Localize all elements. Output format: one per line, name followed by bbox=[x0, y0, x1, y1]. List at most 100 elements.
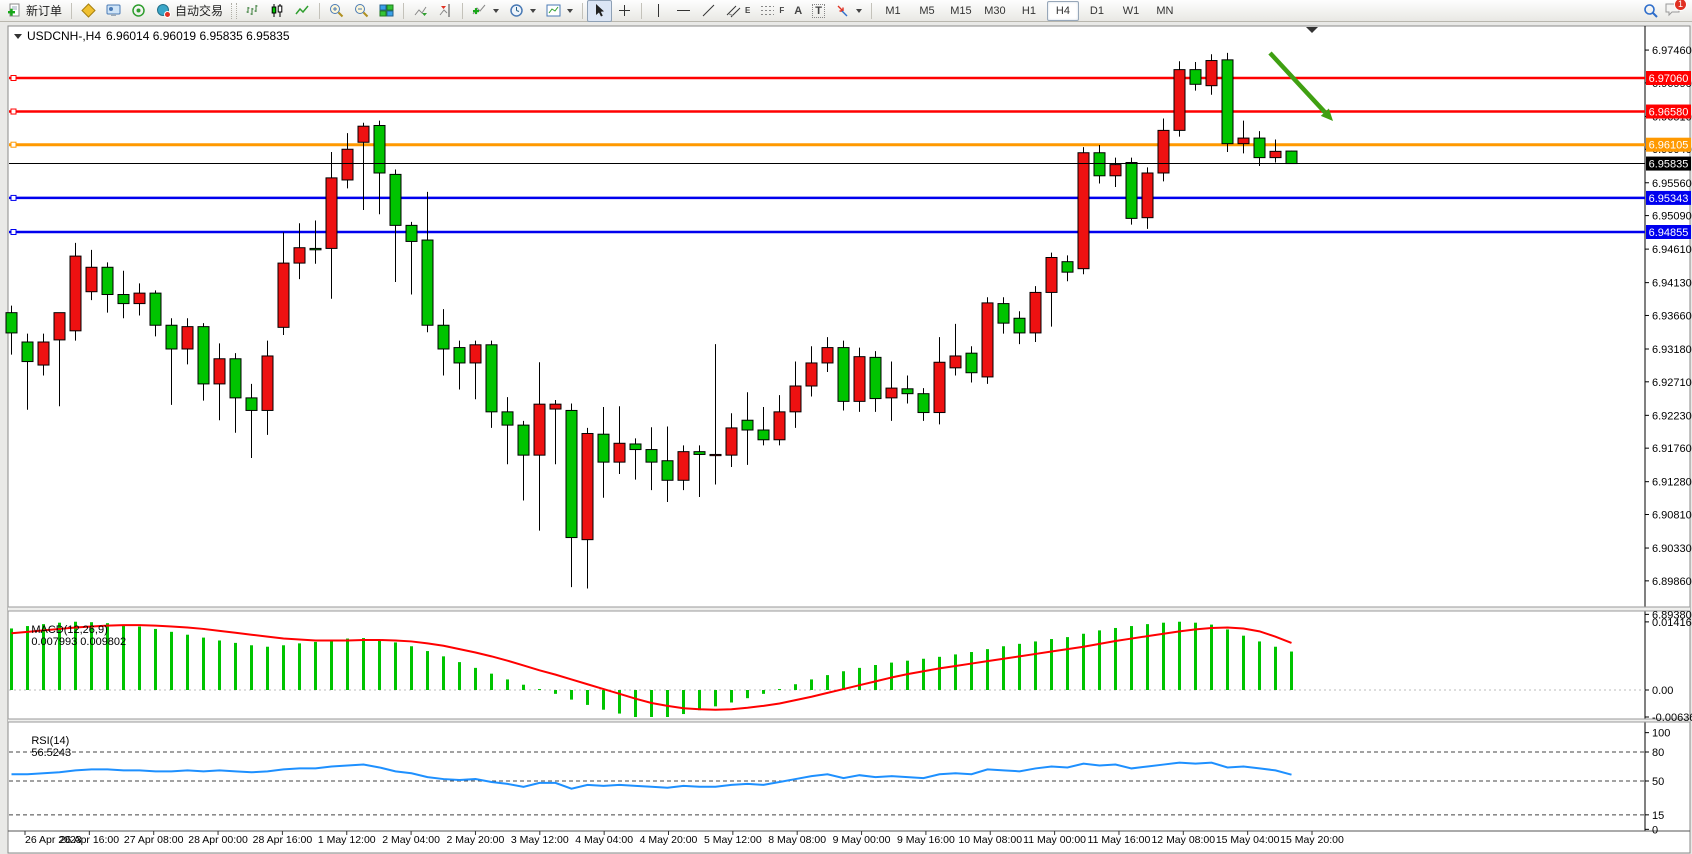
trendline-icon bbox=[701, 3, 716, 18]
hline-anchor[interactable] bbox=[11, 142, 16, 147]
fibonacci-tool-button[interactable]: F bbox=[755, 0, 789, 22]
macd-bar bbox=[1242, 636, 1245, 690]
indicators-icon bbox=[472, 3, 487, 18]
candle-body bbox=[1254, 138, 1265, 158]
period-button-d1[interactable]: D1 bbox=[1081, 1, 1113, 21]
chart-frame bbox=[8, 26, 1690, 853]
candle-body bbox=[774, 412, 785, 440]
candle-body bbox=[406, 225, 417, 241]
market-watch-icon bbox=[106, 3, 121, 18]
arrows-tool-button[interactable] bbox=[830, 0, 867, 22]
auto-scroll-button[interactable] bbox=[408, 0, 433, 22]
candle-body bbox=[1110, 165, 1121, 176]
metaeditor-button[interactable] bbox=[76, 0, 101, 22]
macd-bar bbox=[1018, 644, 1021, 690]
candle-body bbox=[22, 342, 33, 362]
macd-bar bbox=[826, 675, 829, 690]
line-chart-button[interactable] bbox=[290, 0, 315, 22]
candle-body bbox=[438, 325, 449, 349]
textbox-tool-glyph: T bbox=[812, 4, 825, 18]
candle-body bbox=[1238, 138, 1249, 144]
macd-bar bbox=[1098, 630, 1101, 690]
vertical-line-tool-button[interactable] bbox=[646, 0, 671, 22]
macd-bar bbox=[410, 646, 413, 690]
templates-button[interactable] bbox=[541, 0, 578, 22]
candle-body bbox=[310, 248, 321, 249]
hline-anchor[interactable] bbox=[11, 109, 16, 114]
time-tick-label: 28 Apr 00:00 bbox=[188, 834, 248, 846]
macd-bar bbox=[106, 623, 109, 690]
macd-bar bbox=[1194, 623, 1197, 690]
rsi-tick-label: 50 bbox=[1652, 776, 1664, 788]
price-tick-label: 6.93180 bbox=[1652, 344, 1692, 356]
candlestick-icon bbox=[270, 3, 285, 18]
notifications-button[interactable]: 1 bbox=[1665, 2, 1682, 20]
metaeditor-icon bbox=[81, 3, 96, 18]
candlestick-button[interactable] bbox=[265, 0, 290, 22]
trendline-tool-button[interactable] bbox=[696, 0, 721, 22]
zoom-in-button[interactable] bbox=[324, 0, 349, 22]
new-order-button[interactable]: 新订单 bbox=[2, 0, 67, 22]
separator bbox=[403, 3, 404, 19]
macd-bar bbox=[794, 684, 797, 690]
period-button-m15[interactable]: M15 bbox=[945, 1, 977, 21]
search-icon[interactable] bbox=[1643, 3, 1659, 19]
channel-tool-button[interactable]: E bbox=[721, 0, 755, 22]
period-button-w1[interactable]: W1 bbox=[1115, 1, 1147, 21]
macd-bar bbox=[554, 690, 557, 694]
main-toolbar: 新订单 自动交易 bbox=[0, 0, 1692, 22]
crosshair-tool-button[interactable] bbox=[612, 0, 637, 22]
chart-window[interactable]: 6.974606.969906.965106.960406.955606.950… bbox=[0, 22, 1692, 854]
hline-anchor[interactable] bbox=[11, 76, 16, 81]
candle-body bbox=[630, 444, 641, 450]
chart-canvas[interactable]: 6.974606.969906.965106.960406.955606.950… bbox=[0, 22, 1692, 854]
hline-anchor[interactable] bbox=[11, 195, 16, 200]
candle-body bbox=[198, 327, 209, 384]
macd-bar bbox=[314, 642, 317, 690]
candle-body bbox=[1078, 153, 1089, 269]
candle-body bbox=[38, 342, 49, 365]
candle-body bbox=[374, 125, 385, 172]
period-button-m5[interactable]: M5 bbox=[911, 1, 943, 21]
zoom-out-button[interactable] bbox=[349, 0, 374, 22]
crosshair-icon bbox=[617, 3, 632, 18]
period-button-h4[interactable]: H4 bbox=[1047, 1, 1079, 21]
candle-body bbox=[1014, 318, 1025, 333]
rsi-tick-label: 0 bbox=[1652, 824, 1658, 836]
macd-bar bbox=[234, 643, 237, 690]
periods-dropdown-button[interactable] bbox=[504, 0, 541, 22]
period-button-m1[interactable]: M1 bbox=[877, 1, 909, 21]
market-watch-button[interactable] bbox=[101, 0, 126, 22]
period-button-h1[interactable]: H1 bbox=[1013, 1, 1045, 21]
toolbar-grip bbox=[231, 3, 237, 19]
hline-price-badge-text: 6.96105 bbox=[1649, 140, 1689, 152]
candle-body bbox=[1142, 173, 1153, 218]
candle-body bbox=[86, 267, 97, 291]
time-tick-label: 3 May 12:00 bbox=[511, 834, 569, 846]
auto-trading-button[interactable]: 自动交易 bbox=[151, 0, 228, 22]
candle-body bbox=[918, 394, 929, 413]
period-button-m30[interactable]: M30 bbox=[979, 1, 1011, 21]
horizontal-line-tool-button[interactable] bbox=[671, 0, 696, 22]
macd-bar bbox=[122, 625, 125, 690]
time-tick-label: 15 May 20:00 bbox=[1280, 834, 1344, 846]
macd-bar bbox=[842, 671, 845, 690]
macd-bar bbox=[74, 622, 77, 690]
cursor-tool-button[interactable] bbox=[587, 0, 612, 22]
hline-anchor[interactable] bbox=[11, 230, 16, 235]
text-label-tool-button[interactable]: T bbox=[807, 0, 830, 22]
tile-windows-button[interactable] bbox=[374, 0, 399, 22]
tile-windows-icon bbox=[379, 3, 394, 18]
candle-body bbox=[838, 348, 849, 402]
candle-body bbox=[886, 388, 897, 398]
macd-bar bbox=[746, 690, 749, 698]
timeframe-toolbar: M1M5M15M30H1H4D1W1MN bbox=[876, 1, 1182, 21]
indicators-button[interactable] bbox=[467, 0, 504, 22]
navigator-button[interactable] bbox=[126, 0, 151, 22]
text-tool-button[interactable]: A bbox=[789, 0, 807, 22]
time-tick-label: 1 May 12:00 bbox=[318, 834, 376, 846]
bar-chart-button[interactable] bbox=[240, 0, 265, 22]
period-button-mn[interactable]: MN bbox=[1149, 1, 1181, 21]
macd-bar bbox=[1274, 647, 1277, 690]
chart-shift-button[interactable] bbox=[433, 0, 458, 22]
